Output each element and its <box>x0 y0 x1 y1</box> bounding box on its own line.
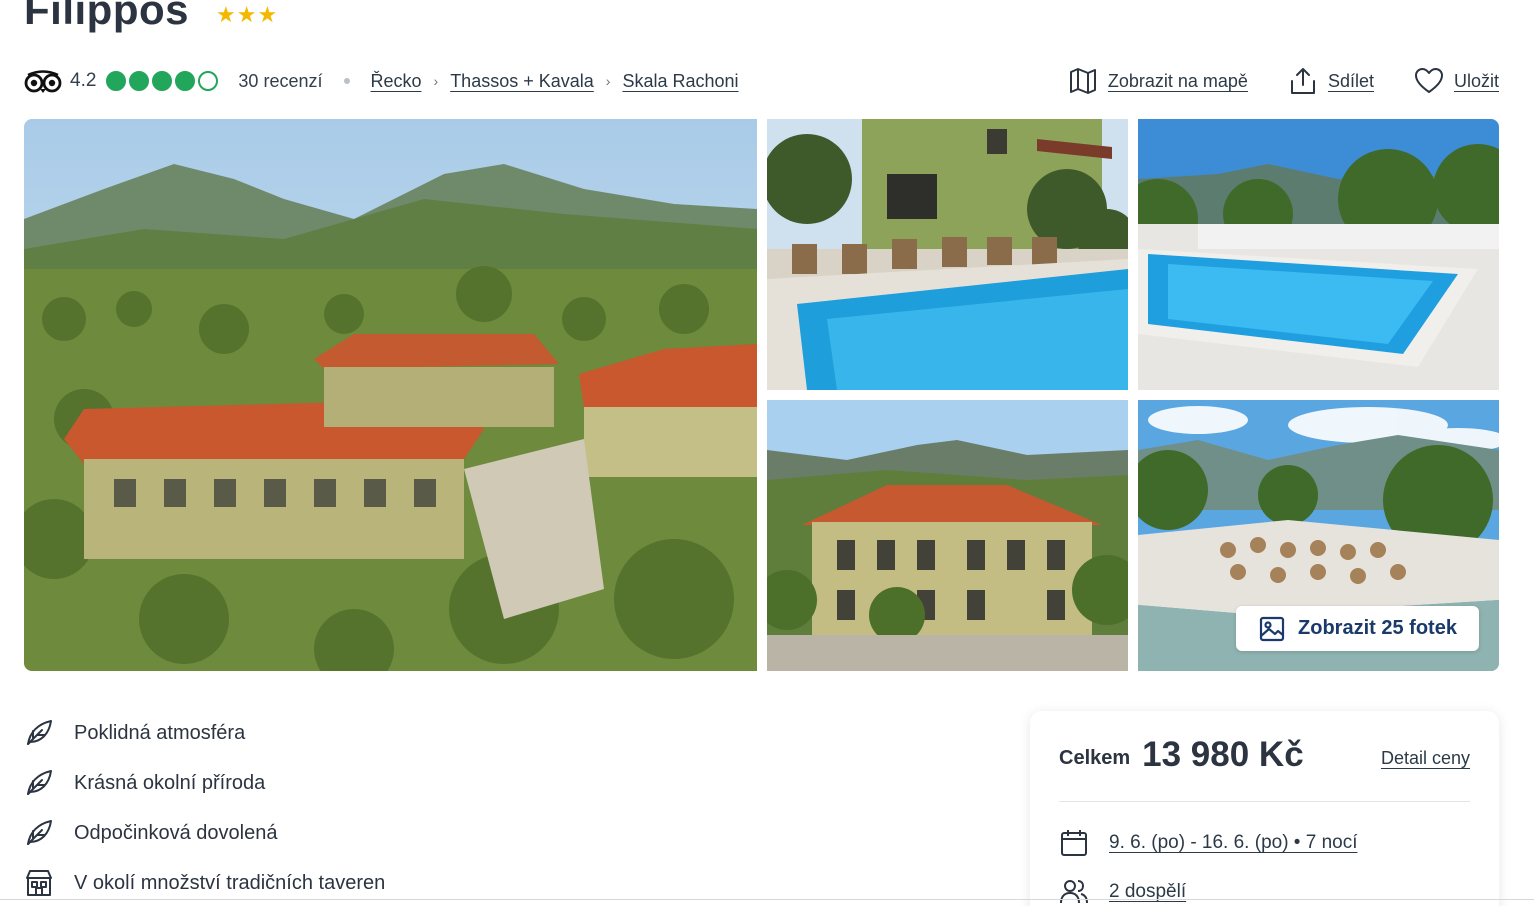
rating-bubble-filled <box>175 71 196 91</box>
calendar-icon <box>1061 830 1087 856</box>
hotel-features: Poklidná atmosféra Krásná okolní příroda… <box>24 708 385 906</box>
divider <box>1059 801 1470 802</box>
image-icon <box>1259 616 1285 641</box>
feature-label: V okolí množství tradičních taveren <box>74 871 386 894</box>
price-card: Celkem 13 980 Kč Detail ceny 9. 6. (po) … <box>1030 711 1499 906</box>
tripadvisor-icon <box>24 70 62 93</box>
feature-label: Krásná okolní příroda <box>74 771 266 794</box>
viewport-edge-line <box>0 899 1534 900</box>
hotel-stars: ★★★ <box>216 2 279 27</box>
heart-icon <box>1414 68 1443 93</box>
rating-bubble-empty <box>198 71 219 91</box>
rating-bubble-filled <box>106 71 127 91</box>
show-all-photos-label: Zobrazit 25 fotek <box>1298 617 1457 639</box>
breadcrumb-resort[interactable]: Skala Rachoni <box>622 71 738 92</box>
rating-bubbles <box>106 71 219 91</box>
people-row[interactable]: 2 dospělí <box>1059 877 1186 906</box>
share-label: Sdílet <box>1327 70 1374 91</box>
chevron-right-icon: › <box>433 73 439 89</box>
save-button[interactable]: Uložit <box>1414 66 1499 96</box>
feature-label: Poklidná atmosféra <box>74 721 246 744</box>
gallery-photo-building[interactable] <box>767 400 1128 671</box>
people-icon <box>1060 880 1088 904</box>
show-all-photos-button[interactable]: Zobrazit 25 fotek <box>1236 606 1479 651</box>
dates-row[interactable]: 9. 6. (po) - 16. 6. (po) • 7 nocí <box>1059 828 1358 858</box>
hotel-name: Filippos <box>24 0 189 33</box>
leaf-icon <box>27 770 52 795</box>
map-icon <box>1069 68 1096 94</box>
share-icon <box>1290 68 1315 94</box>
meta-row: 4.2 30 recenzí Řecko › Thassos + Kavala … <box>24 64 739 98</box>
price-detail-link[interactable]: Detail ceny <box>1381 748 1470 769</box>
photo-gallery <box>24 119 1499 671</box>
hotel-actions: Zobrazit na mapě Sdílet Uložit <box>1068 64 1499 98</box>
separator-dot <box>344 78 351 84</box>
gallery-main-photo[interactable] <box>24 119 757 671</box>
total-label: Celkem <box>1059 746 1131 769</box>
building-icon <box>26 870 52 896</box>
chevron-right-icon: › <box>605 73 611 89</box>
rating-bubble-filled <box>129 71 150 91</box>
feature-label: Odpočinková dovolená <box>74 821 278 844</box>
gallery-photo-pool-building[interactable] <box>767 119 1128 390</box>
rating-score: 4.2 <box>70 70 97 91</box>
leaf-icon <box>27 720 52 745</box>
breadcrumb-country[interactable]: Řecko <box>370 71 421 92</box>
feature-item: Krásná okolní příroda <box>24 758 385 808</box>
feature-item: Poklidná atmosféra <box>24 708 385 758</box>
dates-text: 9. 6. (po) - 16. 6. (po) • 7 nocí <box>1109 832 1358 853</box>
show-on-map-label: Zobrazit na mapě <box>1107 70 1248 91</box>
price-total-row: Celkem 13 980 Kč Detail ceny <box>1059 735 1470 775</box>
reviews-count[interactable]: 30 recenzí <box>238 71 322 92</box>
rating-bubble-filled <box>152 71 173 91</box>
breadcrumb-region[interactable]: Thassos + Kavala <box>450 71 594 92</box>
leaf-icon <box>27 820 52 845</box>
total-price: 13 980 Kč <box>1142 735 1304 774</box>
gallery-photo-pool[interactable] <box>1138 119 1499 390</box>
share-button[interactable]: Sdílet <box>1288 66 1374 96</box>
save-label: Uložit <box>1453 70 1499 91</box>
show-on-map-button[interactable]: Zobrazit na mapě <box>1068 66 1248 96</box>
feature-item: Odpočinková dovolená <box>24 808 385 858</box>
